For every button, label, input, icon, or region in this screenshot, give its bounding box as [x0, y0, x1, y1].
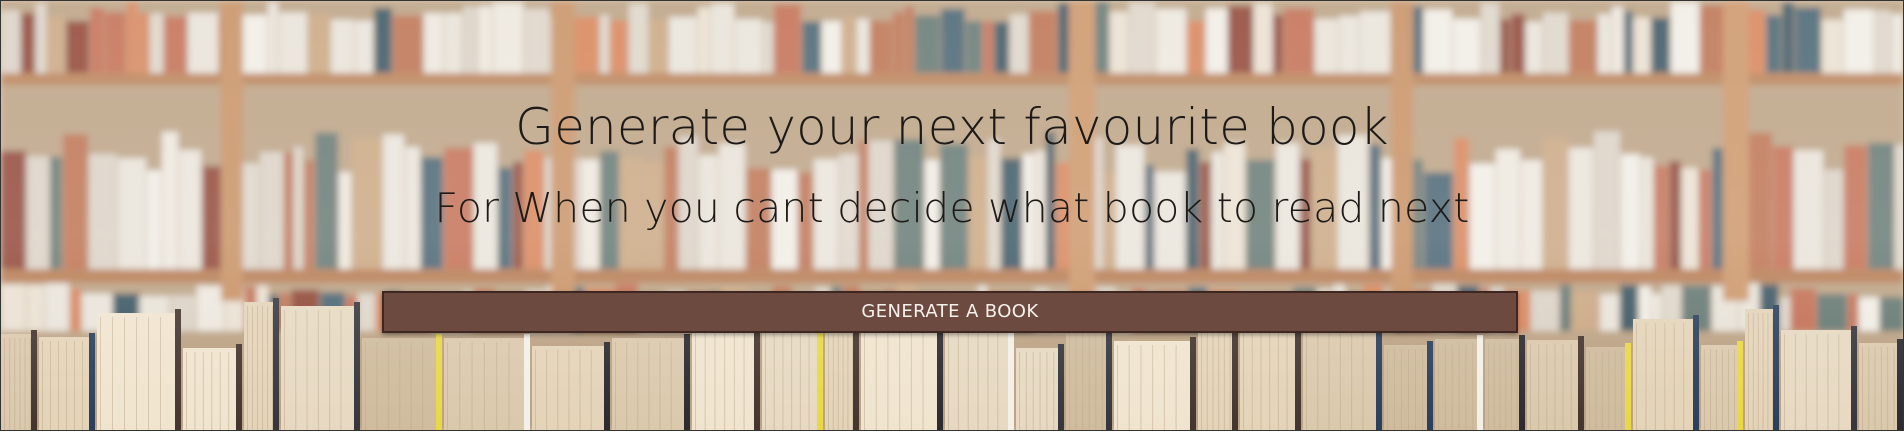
page-bottom-edge — [0, 431, 1904, 438]
hero-subtitle: For When you cant decide what book to re… — [434, 184, 1470, 232]
hero-title: Generate your next favourite book — [515, 98, 1389, 156]
generate-book-button[interactable]: GENERATE A BOOK — [382, 291, 1518, 333]
hero-banner: Generate your next favourite book For Wh… — [0, 0, 1904, 431]
